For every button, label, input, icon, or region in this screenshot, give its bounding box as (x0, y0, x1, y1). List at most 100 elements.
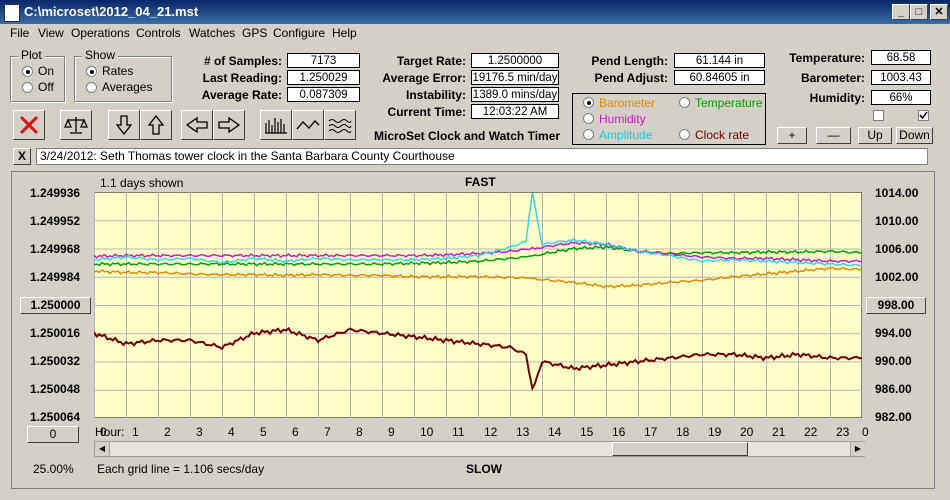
wave-icon (328, 119, 352, 133)
show-rates-label: Rates (102, 64, 134, 78)
clockrate-radio[interactable] (679, 129, 690, 140)
hour-tick-label: 8 (356, 425, 363, 439)
temperature-value: 68.58 (871, 50, 931, 65)
show-group-title: Show (82, 48, 119, 62)
zoom-level: 25.00% (33, 462, 74, 476)
hour-tick-label: 1 (132, 425, 139, 439)
hour-tick-label: 5 (260, 425, 267, 439)
average-error-label: Average Error: (382, 71, 466, 85)
right-tick: 986.00 (875, 382, 912, 396)
scroll-right-arrow-icon[interactable]: ▶ (850, 442, 865, 456)
left-tick: 1.250048 (30, 382, 81, 396)
scroll-thumb[interactable] (612, 442, 748, 456)
histogram-icon (265, 118, 287, 134)
barometer-label: Barometer: (800, 71, 865, 85)
show-averages-radio[interactable] (86, 82, 97, 93)
show-averages-label: Averages (102, 80, 153, 94)
temperature-radio[interactable] (679, 97, 690, 108)
hour-tick-label: 14 (548, 425, 562, 439)
right-tick: 982.00 (875, 410, 912, 424)
scroll-left-arrow-icon[interactable]: ◀ (95, 442, 110, 456)
right-tick: 1014.00 (875, 186, 919, 200)
right-tick: 1006.00 (875, 242, 919, 256)
title-bar: C:\microset\2012_04_21.mst _ □ ✕ (0, 0, 950, 24)
pend-adjust-label: Pend Adjust: (594, 71, 668, 85)
plus-button[interactable]: + (777, 127, 807, 144)
menu-watches[interactable]: Watches (189, 26, 235, 40)
option-checkbox-2[interactable] (918, 110, 929, 121)
humidity-radio[interactable] (583, 113, 594, 124)
plot-group-title: Plot (18, 48, 45, 62)
calibrate-button[interactable] (60, 110, 92, 140)
show-rates-radio[interactable] (86, 66, 97, 77)
amplitude-option-label: Amplitude (599, 128, 653, 142)
line-view-button[interactable] (292, 110, 324, 140)
clear-note-button[interactable]: X (13, 148, 31, 165)
up-button[interactable]: Up (858, 127, 892, 144)
menu-controls[interactable]: Controls (136, 26, 181, 40)
menu-help[interactable]: Help (332, 26, 357, 40)
scale-icon (64, 117, 88, 134)
hour-tick-label: 23 (836, 425, 850, 439)
right-tick: 1010.00 (875, 214, 919, 228)
instability-value: 1389.0 mins/day (471, 87, 559, 102)
hour-tick-label: 11 (452, 425, 465, 439)
instability-label: Instability: (405, 88, 466, 102)
hour-tick-label: 19 (708, 425, 722, 439)
stop-button[interactable] (13, 110, 45, 140)
arrow-left-icon (185, 116, 208, 134)
histogram-view-button[interactable] (260, 110, 292, 140)
line-chart-icon (296, 120, 320, 130)
menu-gps[interactable]: GPS (242, 26, 267, 40)
minimize-button[interactable]: _ (892, 4, 910, 20)
menu-view[interactable]: View (38, 26, 64, 40)
horizontal-scrollbar[interactable]: ◀ ▶ (94, 441, 865, 457)
left-tick: 1.250016 (30, 326, 81, 340)
right-center-button[interactable]: 998.00 (866, 297, 926, 314)
slow-label: SLOW (466, 462, 502, 476)
shift-left-button[interactable] (181, 110, 213, 140)
samples-label: # of Samples: (203, 54, 282, 68)
last-reading-label: Last Reading: (202, 71, 282, 85)
left-tick: 1.250064 (30, 410, 81, 424)
wave-view-button[interactable] (324, 110, 356, 140)
menu-configure[interactable]: Configure (273, 26, 325, 40)
menu-file[interactable]: File (10, 26, 29, 40)
shift-up-button[interactable] (140, 110, 172, 140)
hour-tick-label: 9 (388, 425, 395, 439)
left-tick: 1.249952 (30, 214, 81, 228)
hour-tick-label: 7 (324, 425, 331, 439)
shift-right-button[interactable] (213, 110, 245, 140)
down-button[interactable]: Down (896, 127, 933, 144)
left-tick: 1.249984 (30, 270, 81, 284)
shift-down-button[interactable] (108, 110, 140, 140)
red-x-icon (19, 115, 39, 135)
show-group (74, 56, 172, 102)
plot-on-label: On (38, 64, 55, 78)
barometer-radio[interactable] (583, 97, 594, 108)
barometer-option-label: Barometer (599, 96, 656, 110)
plot-off-radio[interactable] (22, 82, 33, 93)
close-window-button[interactable]: ✕ (930, 4, 948, 20)
offset-button[interactable]: 0 (27, 426, 79, 443)
right-tick: 994.00 (875, 326, 912, 340)
hour-tick-label: 12 (484, 425, 498, 439)
hour-tick-label: 2 (164, 425, 171, 439)
target-rate-label: Target Rate: (396, 54, 466, 68)
left-tick: 1.249936 (30, 186, 81, 200)
pend-adjust-value: 60.84605 in (674, 70, 765, 85)
left-center-button[interactable]: 1.250000 (20, 297, 91, 314)
hour-tick-label: 13 (516, 425, 530, 439)
clockrate-option-label: Clock rate (695, 128, 750, 142)
amplitude-radio[interactable] (583, 129, 594, 140)
plot-on-radio[interactable] (22, 66, 33, 77)
last-reading-value: 1.250029 (287, 70, 360, 85)
minus-button[interactable]: — (816, 127, 851, 144)
maximize-button[interactable]: □ (910, 4, 928, 20)
temperature-label: Temperature: (789, 51, 865, 65)
menu-operations[interactable]: Operations (71, 26, 130, 40)
option-checkbox-1[interactable] (873, 110, 884, 121)
plot-off-label: Off (38, 80, 54, 94)
hour-tick-label: 0 (100, 425, 107, 439)
note-field[interactable]: 3/24/2012: Seth Thomas tower clock in th… (36, 148, 928, 165)
